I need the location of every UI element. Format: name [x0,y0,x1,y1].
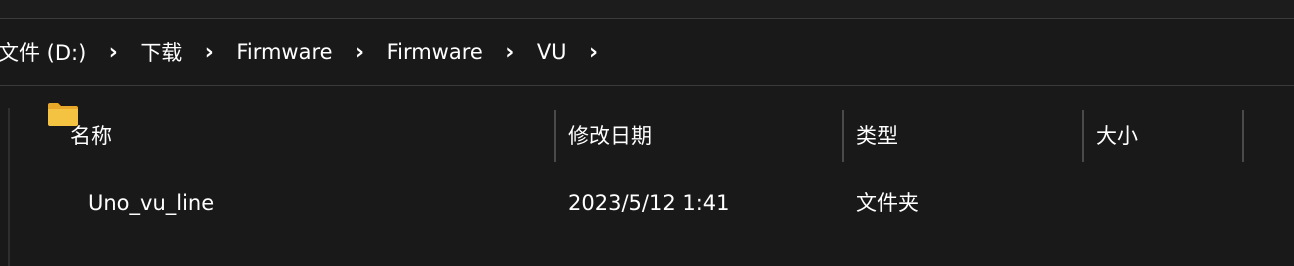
column-header-type[interactable]: 类型 [856,108,898,164]
file-explorer-window: 文件 (D:) › 下载 › Firmware › Firmware › VU … [0,0,1294,266]
column-divider[interactable] [1242,110,1244,162]
chevron-right-icon[interactable]: › [348,40,372,65]
address-bar[interactable]: 文件 (D:) › 下载 › Firmware › Firmware › VU … [0,18,1294,86]
column-divider[interactable] [1082,110,1084,162]
column-header-row: 名称 修改日期 类型 大小 [0,108,1294,164]
breadcrumb: 文件 (D:) › 下载 › Firmware › Firmware › VU … [0,19,617,85]
breadcrumb-item-downloads[interactable]: 下载 [136,37,186,67]
breadcrumb-item-drive[interactable]: 文件 (D:) [0,37,90,67]
chevron-right-icon[interactable]: › [197,40,221,65]
file-list: 名称 修改日期 类型 大小 Uno_vu_line 2023/5/12 1:41… [0,86,1294,266]
chevron-right-icon[interactable]: › [498,40,522,65]
column-header-modified[interactable]: 修改日期 [568,108,652,164]
breadcrumb-item-vu[interactable]: VU [533,40,571,64]
breadcrumb-item-firmware[interactable]: Firmware [232,40,336,64]
breadcrumb-item-firmware-sub[interactable]: Firmware [383,40,487,64]
column-divider[interactable] [842,110,844,162]
file-modified-date: 2023/5/12 1:41 [568,191,730,215]
table-row[interactable]: Uno_vu_line 2023/5/12 1:41 文件夹 [0,178,1294,228]
folder-icon [48,103,78,126]
file-type: 文件夹 [856,191,919,215]
file-name[interactable]: Uno_vu_line [88,178,214,228]
column-divider[interactable] [554,110,556,162]
column-header-size[interactable]: 大小 [1096,108,1138,164]
chevron-right-icon[interactable]: › [101,40,125,65]
toolbar-strip [0,0,1294,18]
chevron-right-icon[interactable]: › [582,40,606,65]
